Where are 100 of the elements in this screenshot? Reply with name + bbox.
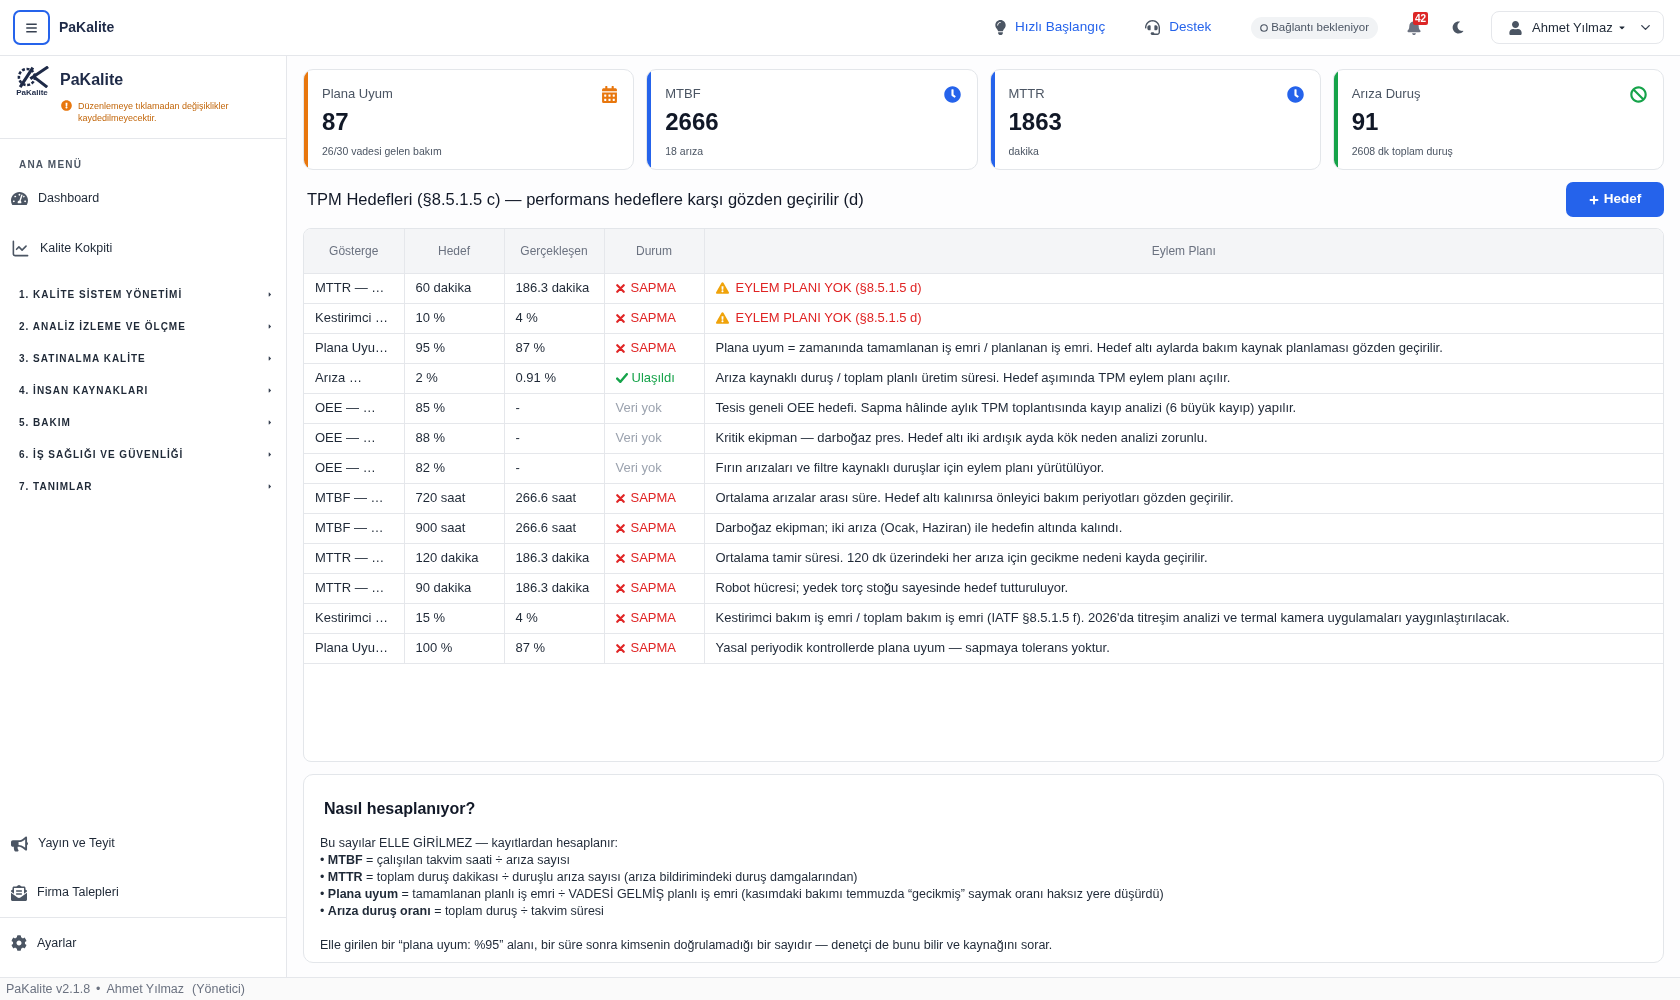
gauge-icon [11, 189, 28, 207]
caret-icon [268, 322, 272, 330]
kpi-value: 91 [1351, 107, 1379, 137]
warning-icon [715, 312, 729, 324]
action-plan-text: Ortalama arızalar arası süre. Hedef altı kalınırsa önleyici bakım periyotları gözden geçirilir. [715, 490, 1234, 506]
sidebar-group[interactable]: 6. İŞ SAĞLIĞI VE GÜVENLİĞİ [0, 438, 286, 470]
kpi-subtitle: 18 arıza [665, 144, 704, 158]
table-cell: - [504, 423, 604, 453]
action-plan-text: Tesis geneli OEE hedefi. Sapma hâlinde aylık TPM toplantısında kayıp analizi (6 büyük kayıp) yapılır. [715, 400, 1297, 416]
status-text: SAPMA [630, 519, 676, 538]
warning-icon [715, 282, 729, 294]
cross-icon [615, 343, 625, 353]
table-cell: 4 % [504, 303, 604, 333]
sidebar-group[interactable]: 2. ANALİZ İZLEME VE ÖLÇME [0, 310, 286, 342]
kpi-value: 2666 [665, 107, 719, 137]
check-icon [615, 373, 628, 383]
sidebar-group[interactable]: 7. TANIMLAR [0, 470, 286, 502]
sidebar-item[interactable]: Dashboard [0, 173, 286, 223]
caret-icon [1618, 23, 1625, 32]
table-cell: Arıza … [304, 363, 404, 393]
kpi-title: Plana Uyum [322, 85, 393, 103]
cross-icon [615, 643, 625, 653]
user-menu-button[interactable]: Ahmet Yılmaz [1491, 11, 1664, 44]
logo-caption: PaKalite [16, 88, 48, 98]
kpi-title: MTTR [1008, 85, 1045, 103]
status-text: Veri yok [615, 430, 662, 446]
table-cell: 2 % [404, 363, 504, 393]
add-target-button[interactable]: Hedef [1566, 182, 1664, 217]
table-cell: 95 % [404, 333, 504, 363]
moon-icon [1452, 21, 1464, 34]
warning-icon [61, 100, 72, 111]
explanation-note: Elle girilen bir “plana uyum: %95” alanı, bir süre sonra kimsenin doğrulamadığı bir sayıdır — denetçi de bunu bilir ve kaynağını sorar. [320, 937, 1054, 954]
sidebar-group[interactable]: 1. KALİTE SİSTEM YÖNETİMİ [0, 278, 286, 310]
action-plan-text: Kritik ekipman — darboğaz pres. Hedef altı iki ardışık ayda kök neden analizi zorunlu. [715, 430, 1208, 446]
kpi-title: MTBF [665, 85, 701, 103]
table-cell: 266.6 saat [504, 513, 604, 543]
table-cell: 88 % [404, 423, 504, 453]
table-cell: - [504, 453, 604, 483]
column-header: Eylem Planı [704, 229, 1663, 273]
formula-line: • Plana uyum = tamamlanan planlı iş emri ÷ VADESİ GELMİŞ planlı iş emri (kasımdaki bakımı temmuzda “gecikmiş” saymak oranı haksız yere düşürdü) [320, 886, 1165, 903]
status-text: SAPMA [630, 309, 676, 328]
kpi-value: 1863 [1008, 107, 1062, 137]
menu-icon [25, 21, 38, 34]
table-cell: 186.3 dakika [504, 543, 604, 573]
prohibited-icon [1630, 86, 1647, 103]
table-cell: 186.3 dakika [504, 273, 604, 303]
sidebar-item[interactable]: Kalite Kokpiti [0, 223, 286, 273]
table-cell: Plana Uyu… [304, 333, 404, 363]
menu-title: ANA MENÜ [18, 157, 84, 172]
explanation-intro: Bu sayılar ELLE GİRİLMEZ — kayıtlardan hesaplanır: [320, 835, 620, 852]
cross-icon [615, 523, 625, 533]
table-cell: MTTR — … [304, 543, 404, 573]
status-text: Veri yok [615, 460, 662, 476]
missing-plan-text: EYLEM PLANI YOK (§8.5.1.5 d) [735, 309, 922, 328]
header-link[interactable]: Hızlı Başlangıç [995, 17, 1106, 38]
menu-button[interactable] [13, 10, 50, 45]
cross-icon [615, 583, 625, 593]
section-title: TPM Hedefleri (§8.5.1.5 c) — performans hedeflere karşı gözden geçirilir (d) [306, 189, 864, 211]
status-text: SAPMA [630, 279, 676, 298]
status-text: SAPMA [630, 339, 676, 358]
plus-icon [1588, 194, 1599, 205]
sidebar-group[interactable]: 5. BAKIM [0, 406, 286, 438]
formula-line: • MTBF = çalışılan takvim saati ÷ arıza sayısı [320, 852, 571, 869]
caret-icon [268, 386, 272, 394]
table-cell: MTBF — … [304, 483, 404, 513]
caret-icon [268, 418, 272, 426]
cross-icon [615, 613, 625, 623]
formula-line: • MTTR = toplam duruş dakikası ÷ duruşlu arıza sayısı (arıza bildirimindeki duruş damgalarından) [320, 869, 859, 886]
table-cell: OEE — … [304, 393, 404, 423]
status-text: SAPMA [630, 549, 676, 568]
sidebar-item[interactable]: Yayın ve Teyit [0, 819, 286, 868]
table-cell: 60 dakika [404, 273, 504, 303]
table-cell: 0.91 % [504, 363, 604, 393]
status-text: SAPMA [630, 639, 676, 658]
table-cell: 120 dakika [404, 543, 504, 573]
user-role-text: (Yönetici) [192, 980, 245, 998]
status-text: Veri yok [615, 400, 662, 416]
settings-icon [11, 935, 27, 951]
status-text: SAPMA [630, 609, 676, 628]
table-cell: OEE — … [304, 453, 404, 483]
sidebar-brand-name: PaKalite [60, 70, 125, 90]
envelope-icon [11, 884, 27, 901]
table-cell: - [504, 393, 604, 423]
connection-status-text: Bağlantı bekleniyor [1271, 19, 1369, 35]
table-cell: MTBF — … [304, 513, 404, 543]
table-cell: 85 % [404, 393, 504, 423]
table-cell: 90 dakika [404, 573, 504, 603]
logo-icon [15, 66, 49, 88]
action-plan-text: Robot hücresi; yedek torç stoğu sayesinde hedef tutturuluyor. [715, 580, 1069, 596]
sidebar-item[interactable]: Firma Talepleri [0, 868, 286, 917]
line-chart-icon [11, 238, 30, 258]
caret-icon [268, 354, 272, 362]
separator-text: • [96, 980, 101, 998]
sidebar-group[interactable]: 4. İNSAN KAYNAKLARI [0, 374, 286, 406]
sidebar-group[interactable]: 3. SATINALMA KALİTE [0, 342, 286, 374]
sidebar-item[interactable]: Ayarlar [0, 918, 286, 968]
header-link[interactable]: Destek [1145, 17, 1212, 38]
headset-icon [1145, 20, 1161, 35]
cross-icon [615, 493, 625, 503]
status-text: SAPMA [630, 579, 676, 598]
